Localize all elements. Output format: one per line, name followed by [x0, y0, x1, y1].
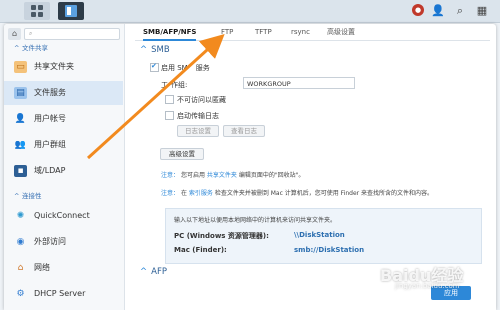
- hide-label: 不可访问以匿藏: [177, 96, 226, 104]
- note-indexing: 注意： 在 索引服务 检查文件夹并被删到 Mac 计算机后，您可使用 Finde…: [161, 190, 434, 197]
- afp-section-header[interactable]: ^ AFP: [140, 267, 167, 277]
- user-icon: 👤: [14, 114, 27, 124]
- mac-address: smb://DiskStation: [294, 246, 365, 254]
- search-icon[interactable]: ⌕: [452, 3, 468, 19]
- chat-icon[interactable]: ●: [412, 4, 424, 16]
- file-services-icon: ▤: [14, 87, 27, 99]
- tab-smb-afp-nfs[interactable]: SMB/AFP/NFS: [143, 26, 197, 41]
- tab-advanced[interactable]: 高级设置: [327, 26, 355, 39]
- log-settings-button[interactable]: 日志设置: [177, 125, 219, 137]
- chevron-up-icon: ^: [14, 192, 20, 200]
- sidebar-item-ldap[interactable]: ▪ 域/LDAP: [4, 159, 123, 183]
- workgroup-label: 工作组:: [161, 81, 188, 89]
- main-menu-button[interactable]: [24, 2, 50, 20]
- enable-smb-label: 启用 SM 服务: [161, 64, 210, 72]
- sidebar-item-file-services[interactable]: ▤ 文件服务: [4, 81, 123, 105]
- tab-rsync[interactable]: rsync: [291, 26, 310, 39]
- ldap-icon: ▪: [14, 165, 27, 177]
- chevron-up-icon: ^: [14, 44, 20, 52]
- group-icon: 👥: [14, 140, 27, 150]
- network-icon: ⌂: [17, 263, 24, 273]
- app-icon: [65, 5, 77, 17]
- section-file-sharing[interactable]: ^ 文件共享: [14, 42, 48, 52]
- tab-tftp[interactable]: TFTP: [255, 26, 272, 39]
- note-recycle-bin: 注意： 您可启用 共享文件夹 编辑页面中的"回收站"。: [161, 172, 305, 179]
- section-connectivity[interactable]: ^ 连接性: [14, 190, 42, 200]
- smb-section-header[interactable]: ^ SMB: [140, 45, 170, 55]
- chevron-down-icon: ^: [140, 267, 148, 277]
- hide-checkbox[interactable]: [165, 95, 174, 104]
- transfer-log-checkbox[interactable]: [165, 111, 174, 120]
- pc-label: PC (Windows 资源管理器):: [174, 232, 269, 240]
- sidebar-item-network[interactable]: ⌂ 网络: [4, 256, 123, 280]
- shared-folder-link[interactable]: 共享文件夹: [207, 172, 237, 179]
- tab-bar: SMB/AFP/NFS FTP TFTP rsync 高级设置: [135, 26, 490, 41]
- indexing-service-link[interactable]: 索引服务: [189, 190, 213, 197]
- sidebar-item-quickconnect[interactable]: ✺ QuickConnect: [4, 204, 123, 228]
- home-icon[interactable]: ⌂: [8, 28, 21, 40]
- access-info-box: 输入以下地址以便用本地网络中的计算机来访问共享文件夹。 PC (Windows …: [165, 208, 482, 264]
- user-icon[interactable]: 👤: [430, 3, 446, 19]
- sidebar-item-shared-folder[interactable]: ▭ 共享文件夹: [4, 55, 123, 79]
- sidebar-item-dhcp[interactable]: ⚙ DHCP Server: [4, 282, 123, 306]
- grid-icon: [31, 5, 43, 17]
- quickconnect-icon: ✺: [16, 211, 25, 221]
- globe-icon: ◉: [16, 237, 25, 247]
- sidebar-item-external-access[interactable]: ◉ 外部访问: [4, 230, 123, 254]
- view-log-button[interactable]: 查看日志: [223, 125, 265, 137]
- folder-icon: ▭: [14, 61, 27, 73]
- dhcp-icon: ⚙: [16, 289, 25, 299]
- mac-label: Mac (Finder):: [174, 246, 227, 254]
- watermark-sub: jingyan.baidu.com: [395, 282, 460, 290]
- sidebar-item-user[interactable]: 👤 用户帐号: [4, 107, 123, 131]
- sidebar: ⌂ ⌕ ^ 文件共享 ▭ 共享文件夹 ▤ 文件服务 👤 用户帐号 👥 用户群组 ▪…: [4, 24, 125, 310]
- sidebar-search-input[interactable]: ⌕: [24, 28, 120, 40]
- transfer-log-label: 启动传输日志: [177, 112, 219, 120]
- pc-address: \\DiskStation: [294, 231, 345, 239]
- enable-smb-checkbox[interactable]: [150, 62, 159, 72]
- sidebar-top: ⌂ ⌕: [8, 28, 120, 40]
- sidebar-item-group[interactable]: 👥 用户群组: [4, 133, 123, 157]
- control-panel-taskbar-button[interactable]: [58, 2, 84, 20]
- workgroup-input[interactable]: WORKGROUP: [243, 77, 355, 89]
- advanced-settings-button[interactable]: 高级设置: [160, 148, 204, 160]
- taskbar: ● 👤 ⌕ ▦: [0, 0, 500, 23]
- tab-ftp[interactable]: FTP: [221, 26, 233, 39]
- chevron-up-icon: ^: [140, 45, 148, 55]
- menu-icon[interactable]: ▦: [474, 3, 490, 19]
- access-info-header: 输入以下地址以便用本地网络中的计算机来访问共享文件夹。: [174, 217, 337, 224]
